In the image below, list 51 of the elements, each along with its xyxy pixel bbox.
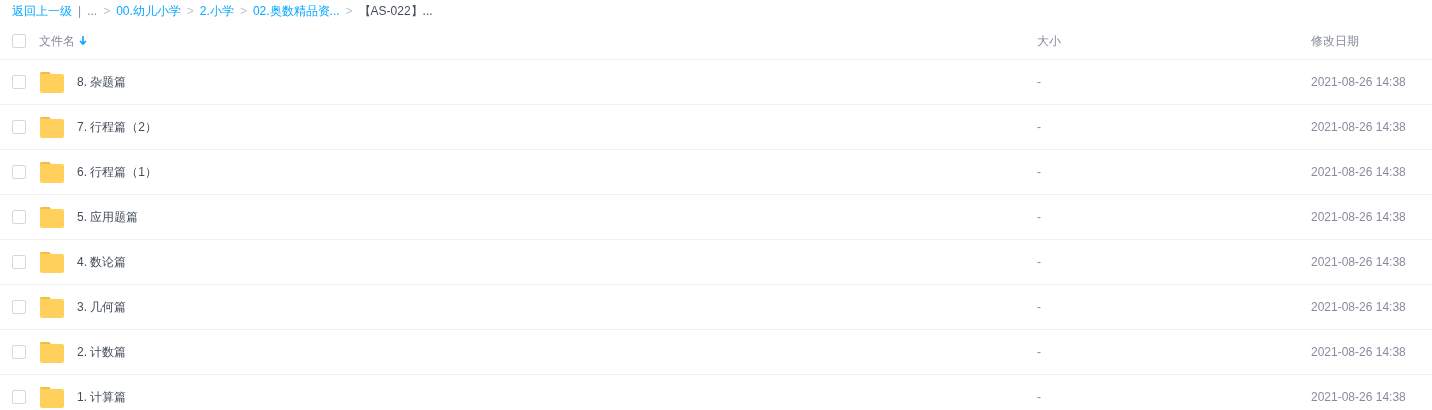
modified-date: 2021-08-26 14:38: [1311, 75, 1406, 89]
folder-icon: [39, 116, 65, 138]
file-name[interactable]: 8. 杂题篇: [77, 73, 127, 91]
folder-icon: [39, 71, 65, 93]
file-size: -: [1037, 345, 1041, 359]
file-name[interactable]: 1. 计算篇: [77, 388, 127, 406]
file-name[interactable]: 2. 计数篇: [77, 343, 127, 361]
breadcrumb-separator: >: [103, 3, 111, 20]
folder-icon: [39, 161, 65, 183]
breadcrumb-separator: >: [186, 3, 194, 20]
file-name[interactable]: 7. 行程篇（2）: [77, 118, 157, 136]
checkbox[interactable]: [12, 75, 26, 89]
file-name[interactable]: 5. 应用题篇: [77, 208, 139, 226]
breadcrumb-current: 【AS-022】...: [358, 3, 433, 20]
folder-icon: [39, 251, 65, 273]
checkbox[interactable]: [12, 120, 26, 134]
file-name[interactable]: 4. 数论篇: [77, 253, 127, 271]
modified-date: 2021-08-26 14:38: [1311, 390, 1406, 404]
file-size: -: [1037, 165, 1041, 179]
modified-date: 2021-08-26 14:38: [1311, 300, 1406, 314]
modified-date: 2021-08-26 14:38: [1311, 165, 1406, 179]
breadcrumb-separator: >: [239, 3, 247, 20]
breadcrumb-text: |: [78, 3, 82, 20]
breadcrumb-separator: >: [345, 3, 353, 20]
file-name[interactable]: 6. 行程篇（1）: [77, 163, 157, 181]
breadcrumb-text: ...: [87, 3, 98, 20]
file-name[interactable]: 3. 几何篇: [77, 298, 127, 316]
checkbox[interactable]: [12, 210, 26, 224]
checkbox[interactable]: [12, 255, 26, 269]
column-header[interactable]: 大小: [1037, 33, 1061, 48]
modified-date: 2021-08-26 14:38: [1311, 255, 1406, 269]
folder-icon: [39, 206, 65, 228]
folder-icon: [39, 386, 65, 408]
modified-date: 2021-08-26 14:38: [1311, 210, 1406, 224]
file-size: -: [1037, 120, 1041, 134]
checkbox[interactable]: [12, 165, 26, 179]
modified-date: 2021-08-26 14:38: [1311, 345, 1406, 359]
file-size: -: [1037, 75, 1041, 89]
file-size: -: [1037, 390, 1041, 404]
file-size: -: [1037, 210, 1041, 224]
file-size: -: [1037, 300, 1041, 314]
file-size: -: [1037, 255, 1041, 269]
folder-icon: [39, 296, 65, 318]
checkbox[interactable]: [12, 390, 26, 404]
folder-icon: [39, 341, 65, 363]
checkbox[interactable]: [12, 300, 26, 314]
modified-date: 2021-08-26 14:38: [1311, 120, 1406, 134]
checkbox[interactable]: [12, 33, 26, 48]
column-header[interactable]: 文件名: [39, 31, 75, 50]
column-header[interactable]: 修改日期: [1311, 33, 1359, 48]
checkbox[interactable]: [12, 345, 26, 359]
